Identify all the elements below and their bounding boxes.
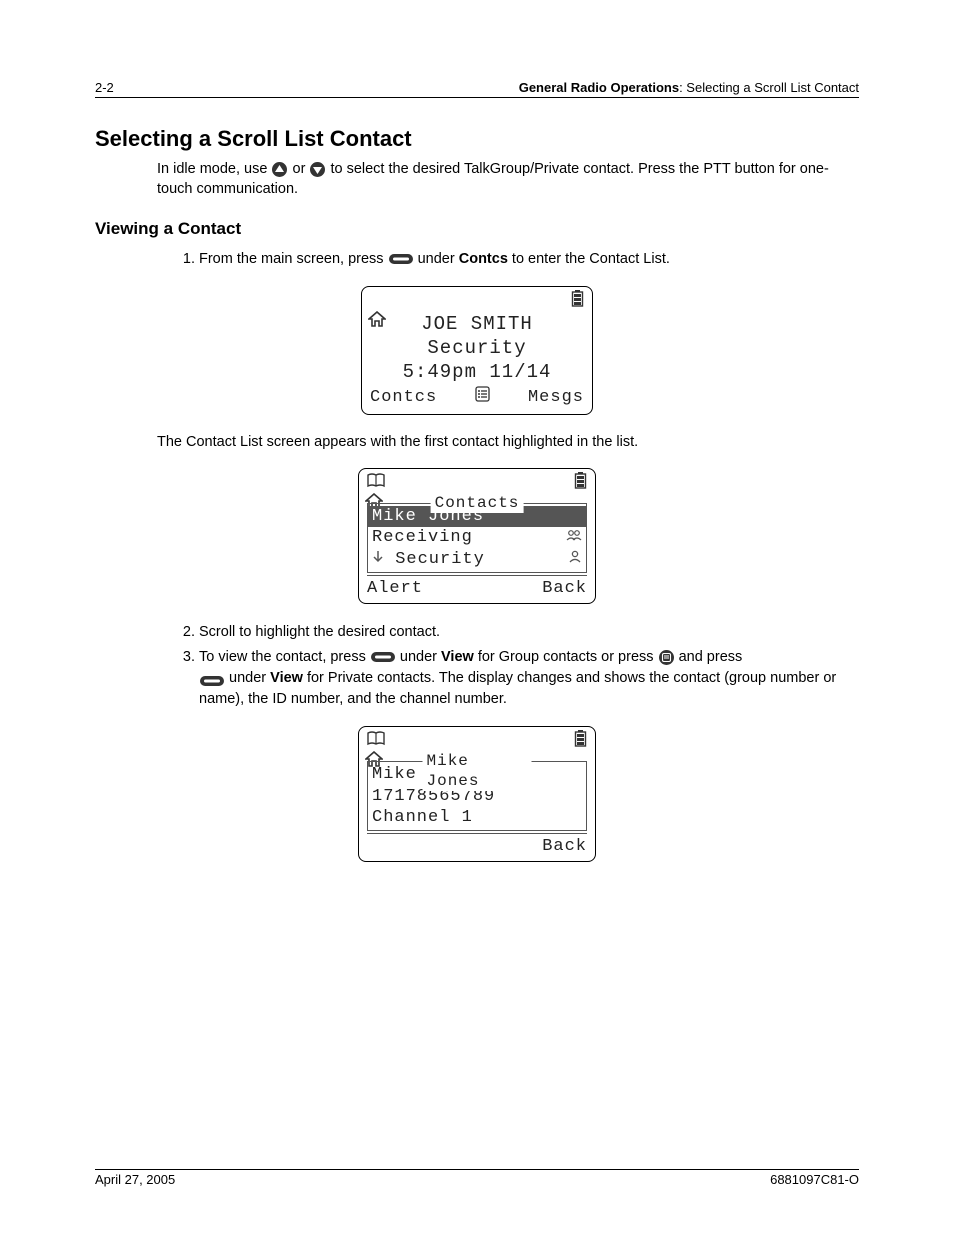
person-icon: [568, 549, 582, 570]
group-icon: [566, 527, 582, 548]
device-screen-home: JOE SMITH Security 5:49pm 11/14 Contcs M…: [361, 286, 593, 415]
softkey-icon: [388, 253, 414, 265]
detail-box-title: Mike Jones: [423, 751, 532, 791]
step-2: Scroll to highlight the desired contact.: [199, 622, 859, 643]
detail-channel: Channel 1: [372, 807, 473, 828]
breadcrumb-section: General Radio Operations: [519, 80, 679, 95]
softkey-icon: [370, 651, 396, 663]
contacts-box: Contacts Mike Jones Receiving Security: [367, 503, 587, 573]
intro-text-mid: or: [293, 161, 310, 177]
softkey-left-label: Contcs: [370, 387, 437, 408]
menu-icon: [475, 386, 490, 409]
ok-menu-icon: [658, 649, 675, 666]
softkey-left-label: Alert: [367, 578, 423, 599]
softkey-icon: [199, 675, 225, 687]
footer-date: April 27, 2005: [95, 1172, 175, 1187]
page-footer: April 27, 2005 6881097C81-O: [95, 1169, 859, 1187]
detail-box: Mike Jones Mike Jones 17178565789 Channe…: [367, 761, 587, 831]
footer-docno: 6881097C81-O: [770, 1172, 859, 1187]
step3-view1: View: [441, 649, 474, 665]
softkey-right-label: Back: [542, 836, 587, 857]
document-page: 2-2 General Radio Operations: Selecting …: [0, 0, 954, 1235]
detail-row-channel: Channel 1: [368, 807, 586, 828]
step1-post: to enter the Contact List.: [512, 251, 670, 267]
home-line-time: 5:49pm 11/14: [368, 361, 586, 385]
step3-c: for Group contacts or press: [478, 649, 658, 665]
step3-a: To view the contact, press: [199, 649, 370, 665]
page-header: 2-2 General Radio Operations: Selecting …: [95, 80, 859, 98]
detail-softkey-row: Back: [365, 836, 589, 857]
battery-icon: [574, 472, 587, 496]
device-screen-contacts: Contacts Mike Jones Receiving Security: [358, 468, 596, 604]
step1-mid: under: [418, 251, 459, 267]
device-screen-contact-detail: Mike Jones Mike Jones 17178565789 Channe…: [358, 726, 596, 862]
subsection-heading: Viewing a Contact: [95, 219, 859, 239]
page-number: 2-2: [95, 80, 114, 95]
contact-row-2: Receiving: [368, 527, 586, 548]
steps-list-continued: Scroll to highlight the desired contact.…: [95, 622, 859, 710]
step-1: From the main screen, press under Contcs…: [199, 249, 859, 270]
nav-down-icon: [309, 161, 326, 178]
softkey-right-label: Back: [542, 578, 587, 599]
contact-row-3: Security: [368, 549, 586, 570]
step1-pre: From the main screen, press: [199, 251, 388, 267]
contact-row-2-name: Receiving: [372, 527, 473, 548]
book-icon: [367, 473, 385, 495]
intro-paragraph: In idle mode, use or to select the desir…: [95, 160, 859, 199]
breadcrumb-rest: : Selecting a Scroll List Contact: [679, 80, 859, 95]
home-icon: [368, 314, 386, 333]
contacts-softkey-row: Alert Back: [365, 578, 589, 599]
step1-bold: Contcs: [459, 251, 508, 267]
contacts-box-title: Contacts: [431, 493, 524, 513]
intro-text-pre: In idle mode, use: [157, 161, 271, 177]
scroll-down-arrow-icon: [372, 549, 384, 570]
contact-row-3-name: Security: [395, 550, 485, 569]
softkey-right-label: Mesgs: [528, 387, 584, 408]
step3-d: and press: [679, 649, 743, 665]
step3-view2: View: [270, 670, 303, 686]
nav-up-icon: [271, 161, 288, 178]
battery-icon: [571, 290, 584, 314]
section-heading: Selecting a Scroll List Contact: [95, 126, 859, 152]
step3-b: under: [400, 649, 441, 665]
step3-e: under: [229, 670, 270, 686]
after-step-1-text: The Contact List screen appears with the…: [157, 433, 859, 453]
breadcrumb: General Radio Operations: Selecting a Sc…: [519, 80, 859, 95]
home-softkey-row: Contcs Mesgs: [368, 386, 586, 409]
battery-icon: [574, 730, 587, 754]
book-icon: [367, 731, 385, 753]
steps-list: From the main screen, press under Contcs…: [95, 249, 859, 270]
step-3: To view the contact, press under View fo…: [199, 647, 859, 710]
home-line-group: Security: [368, 337, 586, 361]
